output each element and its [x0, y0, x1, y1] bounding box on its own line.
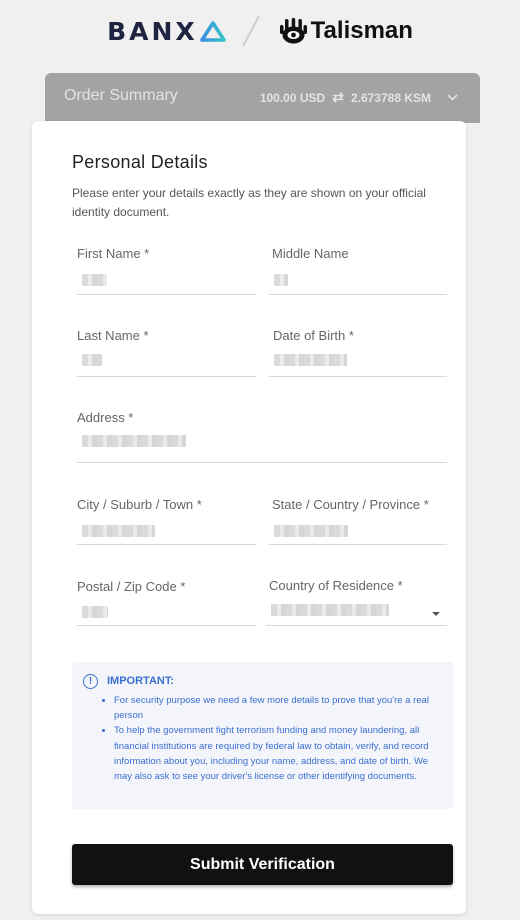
select-arrow-icon[interactable]	[432, 612, 440, 616]
first-name-field[interactable]: First Name *	[77, 246, 256, 295]
middle-name-underline	[269, 294, 447, 295]
chevron-down-icon[interactable]	[447, 94, 458, 101]
country-value-redacted	[271, 604, 389, 616]
personal-details-card: Personal Details Please enter your detai…	[32, 121, 466, 914]
middle-name-value-redacted	[274, 274, 288, 286]
logo-divider	[241, 15, 260, 47]
banxa-triangle-icon	[199, 21, 226, 42]
city-value-redacted	[82, 525, 155, 537]
city-label: City / Suburb / Town *	[77, 497, 202, 512]
first-name-value-redacted	[82, 274, 107, 286]
address-field[interactable]: Address *	[77, 410, 447, 464]
postal-code-label: Postal / Zip Code *	[77, 579, 186, 594]
form-title: Personal Details	[72, 152, 208, 172]
last-name-field[interactable]: Last Name *	[77, 328, 256, 377]
important-notice: ! IMPORTANT: For security purpose we nee…	[72, 662, 453, 809]
notice-title: IMPORTANT:	[107, 675, 175, 687]
header: BANX Talisman	[0, 0, 520, 62]
date-of-birth-label: Date of Birth *	[273, 328, 354, 343]
swap-arrows-icon: ⇄	[332, 89, 344, 105]
last-name-label: Last Name *	[77, 328, 149, 343]
state-field[interactable]: State / Country / Province *	[269, 497, 447, 546]
pay-amount: 100.00 USD	[259, 90, 326, 105]
address-underline	[77, 462, 447, 463]
postal-code-value-redacted	[82, 606, 108, 618]
notice-list: For security purpose we need a few more …	[72, 693, 442, 784]
state-underline	[269, 544, 447, 545]
receive-amount: 2.673788 KSM	[350, 90, 431, 105]
last-name-value-redacted	[82, 354, 102, 366]
country-label: Country of Residence *	[269, 578, 403, 593]
last-name-underline	[77, 376, 256, 377]
middle-name-label: Middle Name	[272, 246, 349, 261]
country-select[interactable]: Country of Residence *	[266, 578, 447, 627]
date-of-birth-field[interactable]: Date of Birth *	[269, 328, 447, 377]
city-underline	[77, 544, 256, 545]
order-summary-bar[interactable]: Order Summary 100.00 USD ⇄ 2.673788 KSM	[45, 73, 480, 123]
postal-code-field[interactable]: Postal / Zip Code *	[77, 579, 256, 627]
form-intro: Please enter your details exactly as the…	[72, 186, 426, 219]
talisman-hand-icon	[279, 18, 307, 44]
address-value-redacted	[82, 435, 186, 447]
date-of-birth-value-redacted	[274, 354, 347, 366]
country-underline	[266, 625, 447, 626]
address-label: Address *	[77, 410, 134, 425]
date-of-birth-underline	[269, 376, 447, 377]
order-summary-amounts: 100.00 USD ⇄ 2.673788 KSM	[260, 89, 458, 106]
banxa-logo-text: BANX	[107, 16, 198, 46]
first-name-label: First Name *	[77, 246, 150, 261]
middle-name-field[interactable]: Middle Name	[269, 246, 447, 295]
state-label: State / Country / Province *	[272, 497, 429, 512]
order-summary-title: Order Summary	[64, 87, 178, 104]
submit-verification-button[interactable]: Submit Verification	[72, 844, 453, 885]
postal-code-underline	[77, 625, 256, 626]
first-name-underline	[77, 294, 256, 295]
talisman-brand-text: Talisman	[310, 17, 413, 44]
talisman-logo: Talisman	[279, 17, 413, 45]
notice-item: To help the government fight terrorism f…	[114, 723, 442, 784]
notice-item: For security purpose we need a few more …	[114, 693, 442, 723]
info-icon: !	[83, 674, 98, 689]
state-value-redacted	[274, 525, 348, 537]
city-field[interactable]: City / Suburb / Town *	[77, 497, 256, 546]
banxa-logo: BANX	[107, 17, 226, 46]
